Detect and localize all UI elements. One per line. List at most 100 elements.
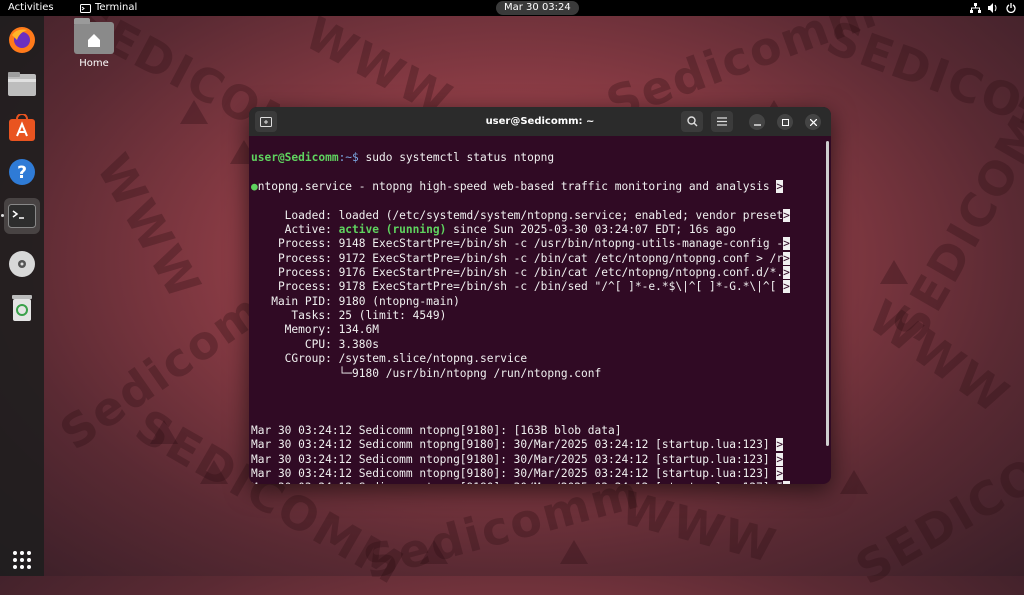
truncation-marker: >: [783, 266, 790, 280]
minimize-button[interactable]: [749, 114, 765, 130]
help-icon: ?: [9, 159, 35, 185]
status-value: 9148 ExecStartPre=/bin/sh -c /usr/bin/nt…: [338, 237, 784, 251]
status-value: 9172 ExecStartPre=/bin/sh -c /bin/cat /e…: [338, 251, 784, 265]
watermark-triangle: [180, 100, 208, 124]
log-text: Mar 30 03:24:12 Sedicomm ntopng[9180]: 3…: [251, 481, 783, 484]
minimize-icon: [753, 123, 761, 126]
status-value: └─9180 /usr/bin/ntopng /run/ntopng.conf: [338, 366, 602, 380]
power-icon: [1006, 3, 1016, 13]
app-grid-icon: [13, 551, 31, 569]
maximize-button[interactable]: [777, 114, 793, 130]
running-indicator: [1, 214, 4, 217]
app-menu[interactable]: Terminal: [80, 0, 137, 16]
truncation-marker: >: [776, 452, 784, 466]
search-icon: [686, 116, 697, 127]
log-line: Mar 30 03:24:12 Sedicomm ntopng[9180]: 3…: [251, 481, 823, 484]
status-line: Memory: 134.6M: [251, 323, 823, 337]
status-value: 134.6M: [338, 323, 379, 337]
software-launcher[interactable]: [4, 110, 40, 146]
status-key: Process:: [251, 280, 339, 294]
clock[interactable]: Mar 30 03:24: [496, 1, 579, 15]
status-block: Loaded: loaded (/etc/systemd/system/ntop…: [251, 208, 823, 381]
status-line: CPU: 3.380s: [251, 338, 823, 352]
terminal-output[interactable]: user@Sedicomm:~$ sudo systemctl status n…: [249, 136, 823, 484]
top-bar: Activities Terminal Mar 30 03:24: [0, 0, 1024, 16]
watermark-triangle: [560, 540, 588, 564]
log-line: Mar 30 03:24:12 Sedicomm ntopng[9180]: 3…: [251, 438, 823, 452]
status-key: Main PID:: [251, 294, 339, 308]
help-launcher[interactable]: ?: [4, 154, 40, 190]
status-line: Main PID: 9180 (ntopng-main): [251, 295, 823, 309]
terminal-icon: [8, 204, 36, 228]
status-value: loaded (/etc/systemd/system/ntopng.servi…: [338, 208, 784, 222]
prompt-line: user@Sedicomm:~$ sudo systemctl status n…: [251, 151, 823, 165]
status-line: Process: 9178 ExecStartPre=/bin/sh -c /b…: [251, 280, 823, 294]
terminal-launcher[interactable]: [4, 198, 40, 234]
command-text: sudo systemctl status ntopng: [365, 151, 555, 165]
scrollbar[interactable]: [826, 141, 829, 446]
menu-button[interactable]: [711, 111, 733, 132]
status-key: CGroup:: [251, 352, 339, 366]
maximize-icon: [781, 118, 789, 126]
status-line: Loaded: loaded (/etc/systemd/system/ntop…: [251, 208, 823, 223]
search-button[interactable]: [681, 111, 703, 132]
status-value: 9176 ExecStartPre=/bin/sh -c /bin/cat /e…: [338, 266, 784, 280]
status-line: └─9180 /usr/bin/ntopng /run/ntopng.conf: [251, 367, 823, 381]
status-line: Active: active (running) since Sun 2025-…: [251, 223, 823, 237]
status-value: since Sun 2025-03-30 03:24:07 EDT; 16s a…: [446, 223, 736, 237]
log-text: Mar 30 03:24:12 Sedicomm ntopng[9180]: 3…: [251, 466, 777, 480]
volume-icon: [988, 3, 997, 13]
truncation-marker: >: [783, 251, 790, 265]
files-icon: [8, 72, 36, 96]
status-key: Active:: [251, 223, 339, 237]
files-launcher[interactable]: [4, 66, 40, 102]
status-key: Memory:: [251, 323, 339, 337]
dock: ?: [0, 16, 44, 576]
watermark-text: WWW: [86, 144, 213, 310]
status-line: CGroup: /system.slice/ntopng.service: [251, 352, 823, 366]
app-name: Terminal: [95, 2, 138, 13]
status-value: 3.380s: [338, 337, 379, 351]
firefox-launcher[interactable]: [4, 22, 40, 58]
journal-log: Mar 30 03:24:12 Sedicomm ntopng[9180]: […: [251, 424, 823, 484]
status-key: Tasks:: [251, 309, 339, 323]
terminal-app-icon: [80, 3, 91, 13]
watermark-text: SEDICOMM: [846, 398, 1024, 595]
watermark-triangle: [880, 260, 908, 284]
unit-line: ●ntopng.service - ntopng high-speed web-…: [251, 180, 823, 194]
close-button[interactable]: [805, 114, 821, 130]
system-tray[interactable]: [970, 0, 1016, 16]
status-key: Process:: [251, 266, 339, 280]
firefox-icon: [9, 27, 35, 53]
watermark-triangle: [840, 470, 868, 494]
status-value: 9178 ExecStartPre=/bin/sh -c /bin/sed "/…: [338, 280, 784, 294]
activities-button[interactable]: Activities: [8, 0, 54, 16]
show-apps-button[interactable]: [4, 542, 40, 578]
log-line: Mar 30 03:24:12 Sedicomm ntopng[9180]: 3…: [251, 452, 823, 467]
truncation-marker: >: [776, 438, 784, 452]
unit-description: ntopng.service - ntopng high-speed web-b…: [257, 180, 777, 194]
status-key: Process:: [251, 237, 339, 251]
desktop-home-folder[interactable]: Home: [70, 18, 118, 69]
watermark-triangle: [420, 540, 448, 564]
hamburger-icon: [717, 117, 727, 126]
status-active-value: active (running): [338, 223, 447, 237]
truncation-marker: >: [783, 208, 790, 222]
log-line: Mar 30 03:24:12 Sedicomm ntopng[9180]: […: [251, 424, 823, 438]
terminal-window[interactable]: user@Sedicomm: ~ user@Sedicomm:~$ sudo s…: [249, 107, 831, 484]
close-icon: [809, 118, 817, 126]
home-folder-icon: [74, 18, 114, 54]
svg-text:?: ?: [17, 163, 27, 183]
truncation-marker: >: [783, 481, 790, 484]
home-label: Home: [79, 58, 109, 69]
log-text: Mar 30 03:24:12 Sedicomm ntopng[9180]: […: [251, 423, 622, 437]
terminal-header[interactable]: user@Sedicomm: ~: [249, 107, 831, 136]
truncation-marker: >: [776, 180, 784, 194]
network-icon: [970, 3, 981, 13]
trash-launcher[interactable]: [4, 290, 40, 326]
watermark-text: WWW: [615, 480, 783, 574]
disc-icon: [9, 251, 35, 277]
disc-launcher[interactable]: [4, 246, 40, 282]
watermark-triangle: [200, 460, 228, 484]
status-line: Process: 9172 ExecStartPre=/bin/sh -c /b…: [251, 251, 823, 266]
